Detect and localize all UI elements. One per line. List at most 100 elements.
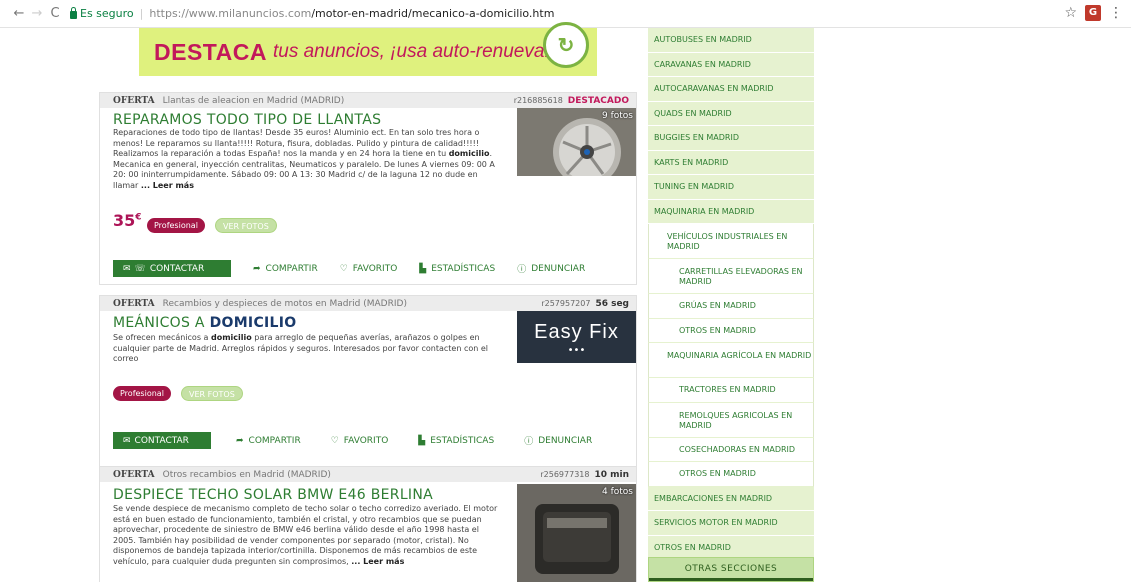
ad-age: 10 min bbox=[594, 469, 629, 480]
ad-title-text: MEÁNICOS A bbox=[113, 315, 210, 331]
sidebar-item[interactable]: QUADS EN MADRID bbox=[648, 101, 814, 126]
stats-button[interactable]: ▙ ESTADÍSTICAS bbox=[418, 436, 494, 446]
report-button[interactable]: ⓘ DENUNCIAR bbox=[524, 434, 593, 448]
ad-description: Se vende despiece de mecanismo completo … bbox=[113, 504, 500, 567]
price-value: 35 bbox=[113, 211, 136, 230]
ad-title[interactable]: DESPIECE TECHO SOLAR BMW E46 BERLINA bbox=[113, 487, 433, 503]
ad-actions: ✉ CONTACTAR ➦ COMPARTIR ♡ FAVORITO ▙ ESTADÍ… bbox=[113, 432, 625, 449]
ad-photo[interactable]: Easy Fix ••• bbox=[517, 311, 636, 363]
professional-badge: Profesional bbox=[147, 218, 205, 233]
view-photos-button[interactable]: VER FOTOS bbox=[181, 386, 243, 401]
heart-icon: ♡ bbox=[339, 263, 348, 274]
sidebar-subsubitem[interactable]: CARRETILLAS ELEVADORAS EN MADRID bbox=[648, 259, 814, 294]
read-more-link[interactable]: ... Leer más bbox=[141, 181, 194, 190]
ad-description-text: Se ofrecen mecánicos a bbox=[113, 333, 211, 342]
category-sidebar: AUTOBUSES EN MADRID CARAVANAS EN MADRID … bbox=[648, 28, 814, 560]
easy-fix-logo: Easy Fix bbox=[534, 321, 619, 343]
secure-indicator[interactable]: Es seguro bbox=[70, 6, 134, 20]
keyword-highlight: domicilio bbox=[210, 333, 252, 342]
report-button[interactable]: ⓘ DENUNCIAR bbox=[517, 262, 585, 276]
sidebar-item[interactable]: SERVICIOS MOTOR EN MADRID bbox=[648, 511, 814, 536]
ad-title-keyword: DOMICILIO bbox=[209, 315, 297, 331]
heart-icon: ♡ bbox=[330, 435, 339, 446]
toolbar-right: ☆ G ⋮ bbox=[1064, 5, 1123, 21]
back-icon[interactable]: ← bbox=[10, 6, 28, 21]
sidebar-item[interactable]: KARTS EN MADRID bbox=[648, 150, 814, 175]
address-bar[interactable]: https://www.milanuncios.com/motor-en-mad… bbox=[149, 7, 554, 20]
stats-button[interactable]: ▙ ESTADÍSTICAS bbox=[419, 264, 495, 274]
price-currency: € bbox=[135, 212, 142, 223]
view-photos-button[interactable]: VER FOTOS bbox=[215, 218, 277, 233]
ad-description-text: Reparaciones de todo tipo de llantas! De… bbox=[113, 128, 480, 158]
sidebar-item[interactable]: CARAVANAS EN MADRID bbox=[648, 52, 814, 77]
ad-description: Reparaciones de todo tipo de llantas! De… bbox=[113, 128, 500, 191]
ad-card: OFERTA Llantas de aleacion en Madrid (MA… bbox=[99, 92, 637, 285]
featured-badge: DESTACADO bbox=[567, 95, 629, 106]
ad-photo[interactable]: 4 fotos bbox=[517, 484, 636, 582]
sidebar-subsubitem[interactable]: OTROS EN MADRID bbox=[648, 462, 814, 487]
photo-count: 4 fotos bbox=[602, 487, 633, 497]
banner-tagline: tus anuncios, ¡usa auto-renueva! bbox=[272, 41, 550, 62]
sidebar-subsubitem[interactable]: OTROS EN MADRID bbox=[648, 318, 814, 343]
ad-header: OFERTA Llantas de aleacion en Madrid (MA… bbox=[100, 93, 636, 108]
ad-title[interactable]: REPARAMOS TODO TIPO DE LLANTAS bbox=[113, 112, 381, 128]
auto-renew-logo-icon: ↻ bbox=[543, 22, 589, 68]
read-more-link[interactable]: ... Leer más bbox=[351, 557, 404, 566]
menu-dots-icon[interactable]: ⋮ bbox=[1109, 5, 1123, 21]
report-label: DENUNCIAR bbox=[538, 435, 593, 446]
sidebar-subsubitem[interactable]: GRÚAS EN MADRID bbox=[648, 294, 814, 319]
bookmark-star-icon[interactable]: ☆ bbox=[1064, 5, 1077, 21]
ad-card: OFERTA Recambios y despieces de motos en… bbox=[99, 295, 637, 485]
sidebar-subsubitem[interactable]: REMOLQUES AGRICOLAS EN MADRID bbox=[648, 402, 814, 438]
sidebar-subitem[interactable]: MAQUINARIA AGRÍCOLA EN MADRID bbox=[648, 343, 814, 378]
photo-count: 9 fotos bbox=[602, 111, 633, 121]
ad-category[interactable]: Otros recambios en Madrid (MADRID) bbox=[163, 470, 331, 480]
professional-badge: Profesional bbox=[113, 386, 171, 401]
sidebar-item[interactable]: EMBARCACIONES EN MADRID bbox=[648, 486, 814, 511]
forward-icon[interactable]: → bbox=[28, 6, 46, 21]
ad-photo[interactable]: 9 fotos bbox=[517, 108, 636, 176]
keyword-highlight: domicilio bbox=[448, 149, 490, 158]
extension-icon[interactable]: G bbox=[1085, 5, 1101, 21]
ad-description-text: Se vende despiece de mecanismo completo … bbox=[113, 504, 498, 566]
sidebar-item[interactable]: AUTOCARAVANAS EN MADRID bbox=[648, 77, 814, 102]
share-label: COMPARTIR bbox=[248, 435, 301, 446]
ad-header: OFERTA Recambios y despieces de motos en… bbox=[100, 296, 636, 311]
ad-reference: r216885618 bbox=[513, 96, 563, 105]
contact-button[interactable]: ✉ CONTACTAR bbox=[113, 432, 211, 449]
other-sections-header[interactable]: OTRAS SECCIONES bbox=[648, 557, 814, 582]
favorite-button[interactable]: ♡ FAVORITO bbox=[331, 436, 389, 446]
sidebar-item[interactable]: MAQUINARIA EN MADRID bbox=[648, 199, 814, 224]
sidebar-item[interactable]: AUTOBUSES EN MADRID bbox=[648, 28, 814, 53]
share-button[interactable]: ➦ COMPARTIR bbox=[236, 436, 301, 446]
ad-type: OFERTA bbox=[113, 95, 155, 106]
reload-icon[interactable]: C bbox=[46, 6, 64, 21]
alert-circle-icon: ⓘ bbox=[524, 437, 534, 447]
banner-headline: DESTACA bbox=[154, 38, 267, 65]
ad-title[interactable]: MEÁNICOS A DOMICILIO bbox=[113, 315, 296, 331]
share-button[interactable]: ➦ COMPARTIR bbox=[253, 264, 318, 274]
listing-column: DESTACA tus anuncios, ¡usa auto-renueva!… bbox=[99, 22, 637, 582]
mail-icon: ✉ bbox=[123, 435, 131, 446]
sidebar-item[interactable]: BUGGIES EN MADRID bbox=[648, 126, 814, 151]
contact-button[interactable]: ✉ ☏ CONTACTAR bbox=[113, 260, 231, 277]
ad-type: OFERTA bbox=[113, 298, 155, 309]
ad-age: 56 seg bbox=[595, 298, 629, 309]
stats-label: ESTADÍSTICAS bbox=[431, 263, 496, 274]
share-label: COMPARTIR bbox=[265, 263, 318, 274]
sidebar-subsubitem[interactable]: COSECHADORAS EN MADRID bbox=[648, 437, 814, 462]
bar-chart-icon: ▙ bbox=[419, 263, 427, 274]
ad-type: OFERTA bbox=[113, 469, 155, 480]
sidebar-item[interactable]: TUNING EN MADRID bbox=[648, 175, 814, 200]
phone-icon: ☏ bbox=[134, 263, 146, 274]
ad-category[interactable]: Recambios y despieces de motos en Madrid… bbox=[163, 299, 407, 309]
favorite-label: FAVORITO bbox=[343, 435, 389, 446]
favorite-button[interactable]: ♡ FAVORITO bbox=[340, 264, 398, 274]
favorite-label: FAVORITO bbox=[352, 263, 398, 274]
ad-category[interactable]: Llantas de aleacion en Madrid (MADRID) bbox=[163, 96, 345, 106]
sidebar-subsubitem[interactable]: TRACTORES EN MADRID bbox=[648, 378, 814, 403]
share-arrow-icon: ➦ bbox=[253, 263, 261, 274]
promo-banner[interactable]: DESTACA tus anuncios, ¡usa auto-renueva!… bbox=[139, 22, 597, 76]
stats-label: ESTADÍSTICAS bbox=[430, 435, 495, 446]
sidebar-subitem[interactable]: VEHÍCULOS INDUSTRIALES EN MADRID bbox=[648, 224, 814, 259]
